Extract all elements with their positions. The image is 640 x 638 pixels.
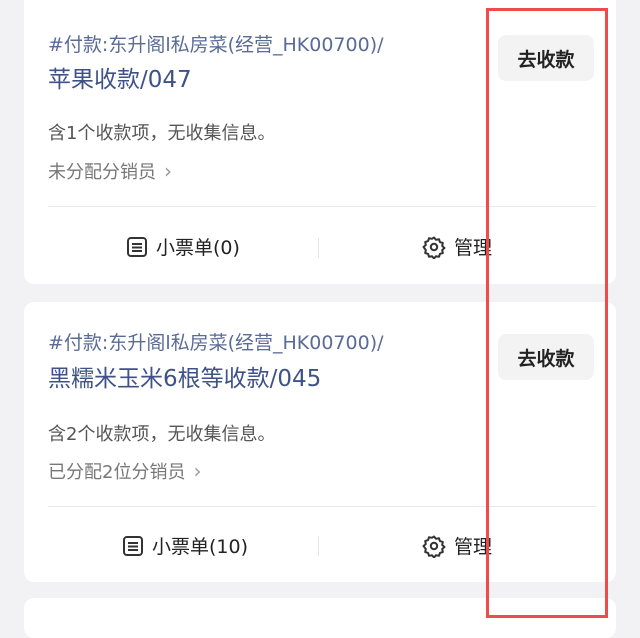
chevron-right-icon: › (193, 459, 202, 483)
card-tag: #付款:东升阁l私房菜(经营_HK00700)/ (48, 34, 384, 56)
chevron-right-icon: › (164, 159, 172, 183)
distributor-assignment-link[interactable]: 未分配分销员 › (48, 158, 172, 184)
receipt-list-label: 小票单(10) (152, 536, 249, 558)
payment-card[interactable]: #付款:东升阁l私房菜(经营_HK00700)/ 黑糯米玉米6根等收款/045 … (24, 302, 616, 582)
card-title[interactable]: 黑糯米玉米6根等收款/045 (48, 359, 321, 393)
card-description: 含1个收款项，无收集信息。 (48, 123, 276, 144)
distributor-assignment-link[interactable]: 已分配2位分销员 › (48, 458, 201, 484)
card-tag: #付款:东升阁l私房菜(经营_HK00700)/ (48, 332, 384, 354)
gear-icon (422, 235, 446, 259)
assignment-label: 未分配分销员 (48, 162, 156, 183)
assignment-label: 已分配2位分销员 (48, 462, 186, 483)
payment-card[interactable]: #付款:东升阁l私房菜(经营_HK00700)/ 苹果收款/047 含1个收款项… (24, 0, 616, 284)
receipt-list-label: 小票单(0) (156, 237, 240, 259)
receipt-list-icon (122, 535, 144, 557)
gear-icon (422, 534, 446, 558)
collect-payment-button[interactable]: 去收款 (498, 35, 594, 81)
divider (48, 206, 596, 207)
manage-button[interactable]: 管理 (422, 233, 492, 260)
receipt-list-button[interactable]: 小票单(10) (122, 532, 248, 559)
manage-button[interactable]: 管理 (422, 532, 492, 559)
divider (48, 506, 596, 507)
collect-payment-button[interactable]: 去收款 (498, 334, 594, 380)
receipt-list-button[interactable]: 小票单(0) (126, 233, 240, 260)
receipt-list-icon (126, 236, 148, 258)
payment-card-partial (24, 598, 616, 638)
manage-label: 管理 (454, 536, 493, 558)
card-description: 含2个收款项，无收集信息。 (48, 424, 276, 445)
card-title[interactable]: 苹果收款/047 (48, 60, 192, 94)
action-separator (318, 238, 319, 258)
manage-label: 管理 (454, 237, 493, 259)
action-separator (318, 536, 319, 556)
